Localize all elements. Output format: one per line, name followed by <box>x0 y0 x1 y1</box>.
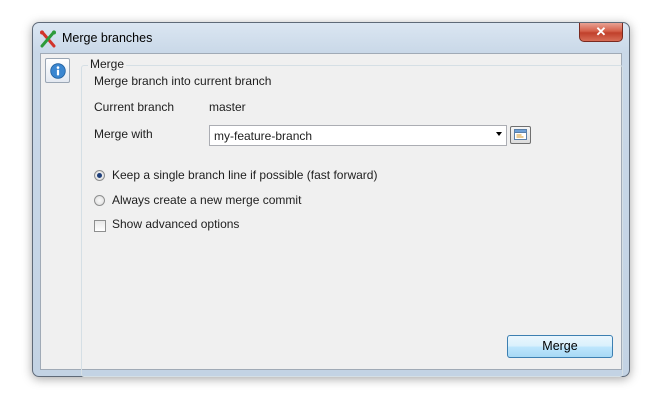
dialog-body: Merge Merge branch into current branch C… <box>40 53 623 377</box>
browse-branches-icon <box>514 129 527 140</box>
current-branch-label: Current branch <box>94 100 175 114</box>
no-fast-forward-radio[interactable] <box>94 195 105 206</box>
window-title: Merge branches <box>62 31 153 45</box>
fast-forward-radio[interactable] <box>94 170 105 181</box>
browse-branches-button[interactable] <box>510 126 531 144</box>
info-button[interactable] <box>45 58 70 83</box>
title-bar[interactable]: Merge branches ✕ <box>33 23 629 53</box>
show-advanced-label[interactable]: Show advanced options <box>112 217 239 231</box>
info-icon <box>50 63 66 79</box>
group-title: Merge <box>88 57 127 71</box>
current-branch-value: master <box>209 100 246 114</box>
merge-with-dropdown[interactable]: my-feature-branch <box>209 125 507 146</box>
git-merge-icon <box>39 30 57 48</box>
show-advanced-checkbox[interactable] <box>94 220 106 232</box>
merge-with-label: Merge with <box>94 127 153 141</box>
merge-with-value: my-feature-branch <box>214 129 313 143</box>
merge-description: Merge branch into current branch <box>94 74 272 88</box>
close-icon: ✕ <box>595 24 607 39</box>
no-fast-forward-label[interactable]: Always create a new merge commit <box>112 193 301 207</box>
merge-branches-dialog: Merge branches ✕ Merge Merge branch into… <box>32 22 630 377</box>
chevron-down-icon[interactable] <box>496 132 502 136</box>
merge-button[interactable]: Merge <box>507 335 613 358</box>
close-button[interactable]: ✕ <box>579 23 623 42</box>
fast-forward-label[interactable]: Keep a single branch line if possible (f… <box>112 168 377 182</box>
